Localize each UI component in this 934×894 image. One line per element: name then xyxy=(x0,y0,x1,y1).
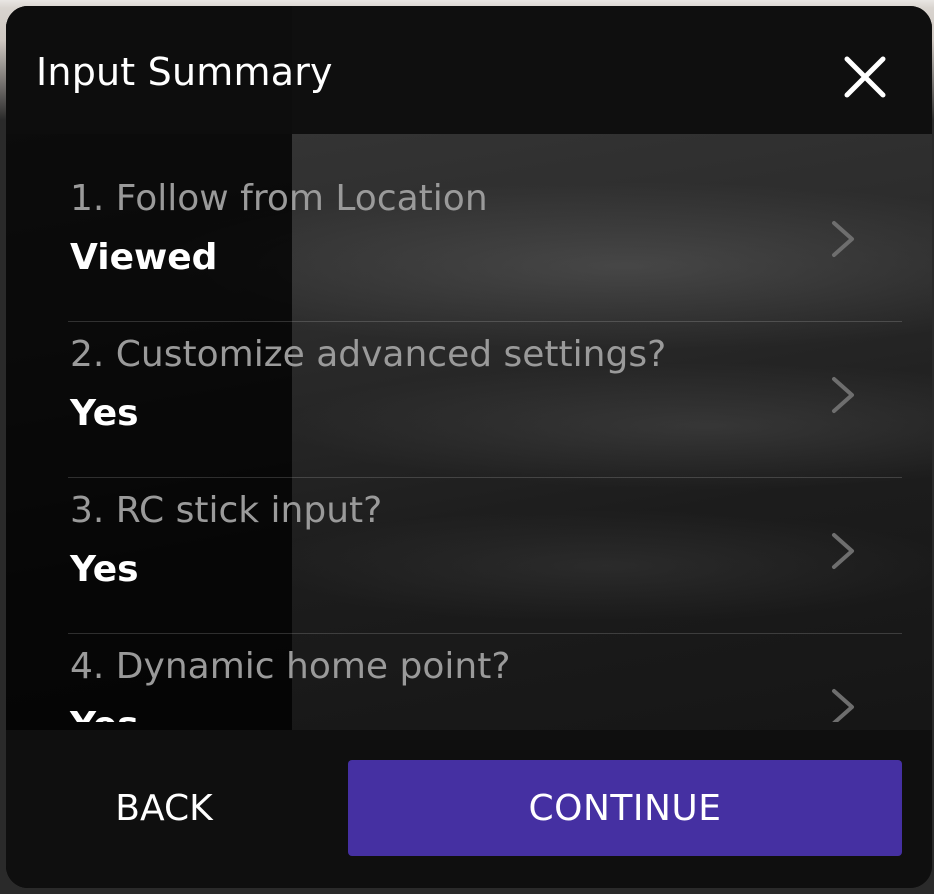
chevron-right-icon xyxy=(832,377,854,413)
chevron-right-icon xyxy=(832,533,854,569)
input-summary-dialog: Input Summary 1. Follow from Location Vi… xyxy=(6,6,932,888)
continue-button[interactable]: CONTINUE xyxy=(348,760,902,856)
summary-item-rc-stick-input[interactable]: 3. RC stick input? Yes xyxy=(68,478,902,634)
dialog-footer: BACK CONTINUE xyxy=(6,730,932,888)
summary-item-dynamic-home-point[interactable]: 4. Dynamic home point? Yes xyxy=(68,634,902,722)
chevron-right-icon xyxy=(832,221,854,257)
summary-item-follow-from-location[interactable]: 1. Follow from Location Viewed xyxy=(68,166,902,322)
summary-item-customize-advanced-settings[interactable]: 2. Customize advanced settings? Yes xyxy=(68,322,902,478)
summary-item-answer: Yes xyxy=(70,393,139,434)
summary-item-answer: Viewed xyxy=(70,237,218,278)
back-button[interactable]: BACK xyxy=(44,760,284,856)
summary-item-question: 4. Dynamic home point? xyxy=(70,646,511,687)
summary-item-question: 1. Follow from Location xyxy=(70,178,488,219)
summary-item-answer: Yes xyxy=(70,705,139,722)
close-button[interactable] xyxy=(838,50,892,104)
summary-item-answer: Yes xyxy=(70,549,139,590)
summary-list[interactable]: 1. Follow from Location Viewed 2. Custom… xyxy=(68,166,902,722)
summary-item-question: 2. Customize advanced settings? xyxy=(70,334,667,375)
close-icon xyxy=(844,56,886,98)
dialog-header: Input Summary xyxy=(6,6,932,134)
chevron-right-icon xyxy=(832,689,854,722)
screen: Input Summary 1. Follow from Location Vi… xyxy=(0,0,934,894)
summary-item-question: 3. RC stick input? xyxy=(70,490,383,531)
dialog-title: Input Summary xyxy=(36,50,333,94)
